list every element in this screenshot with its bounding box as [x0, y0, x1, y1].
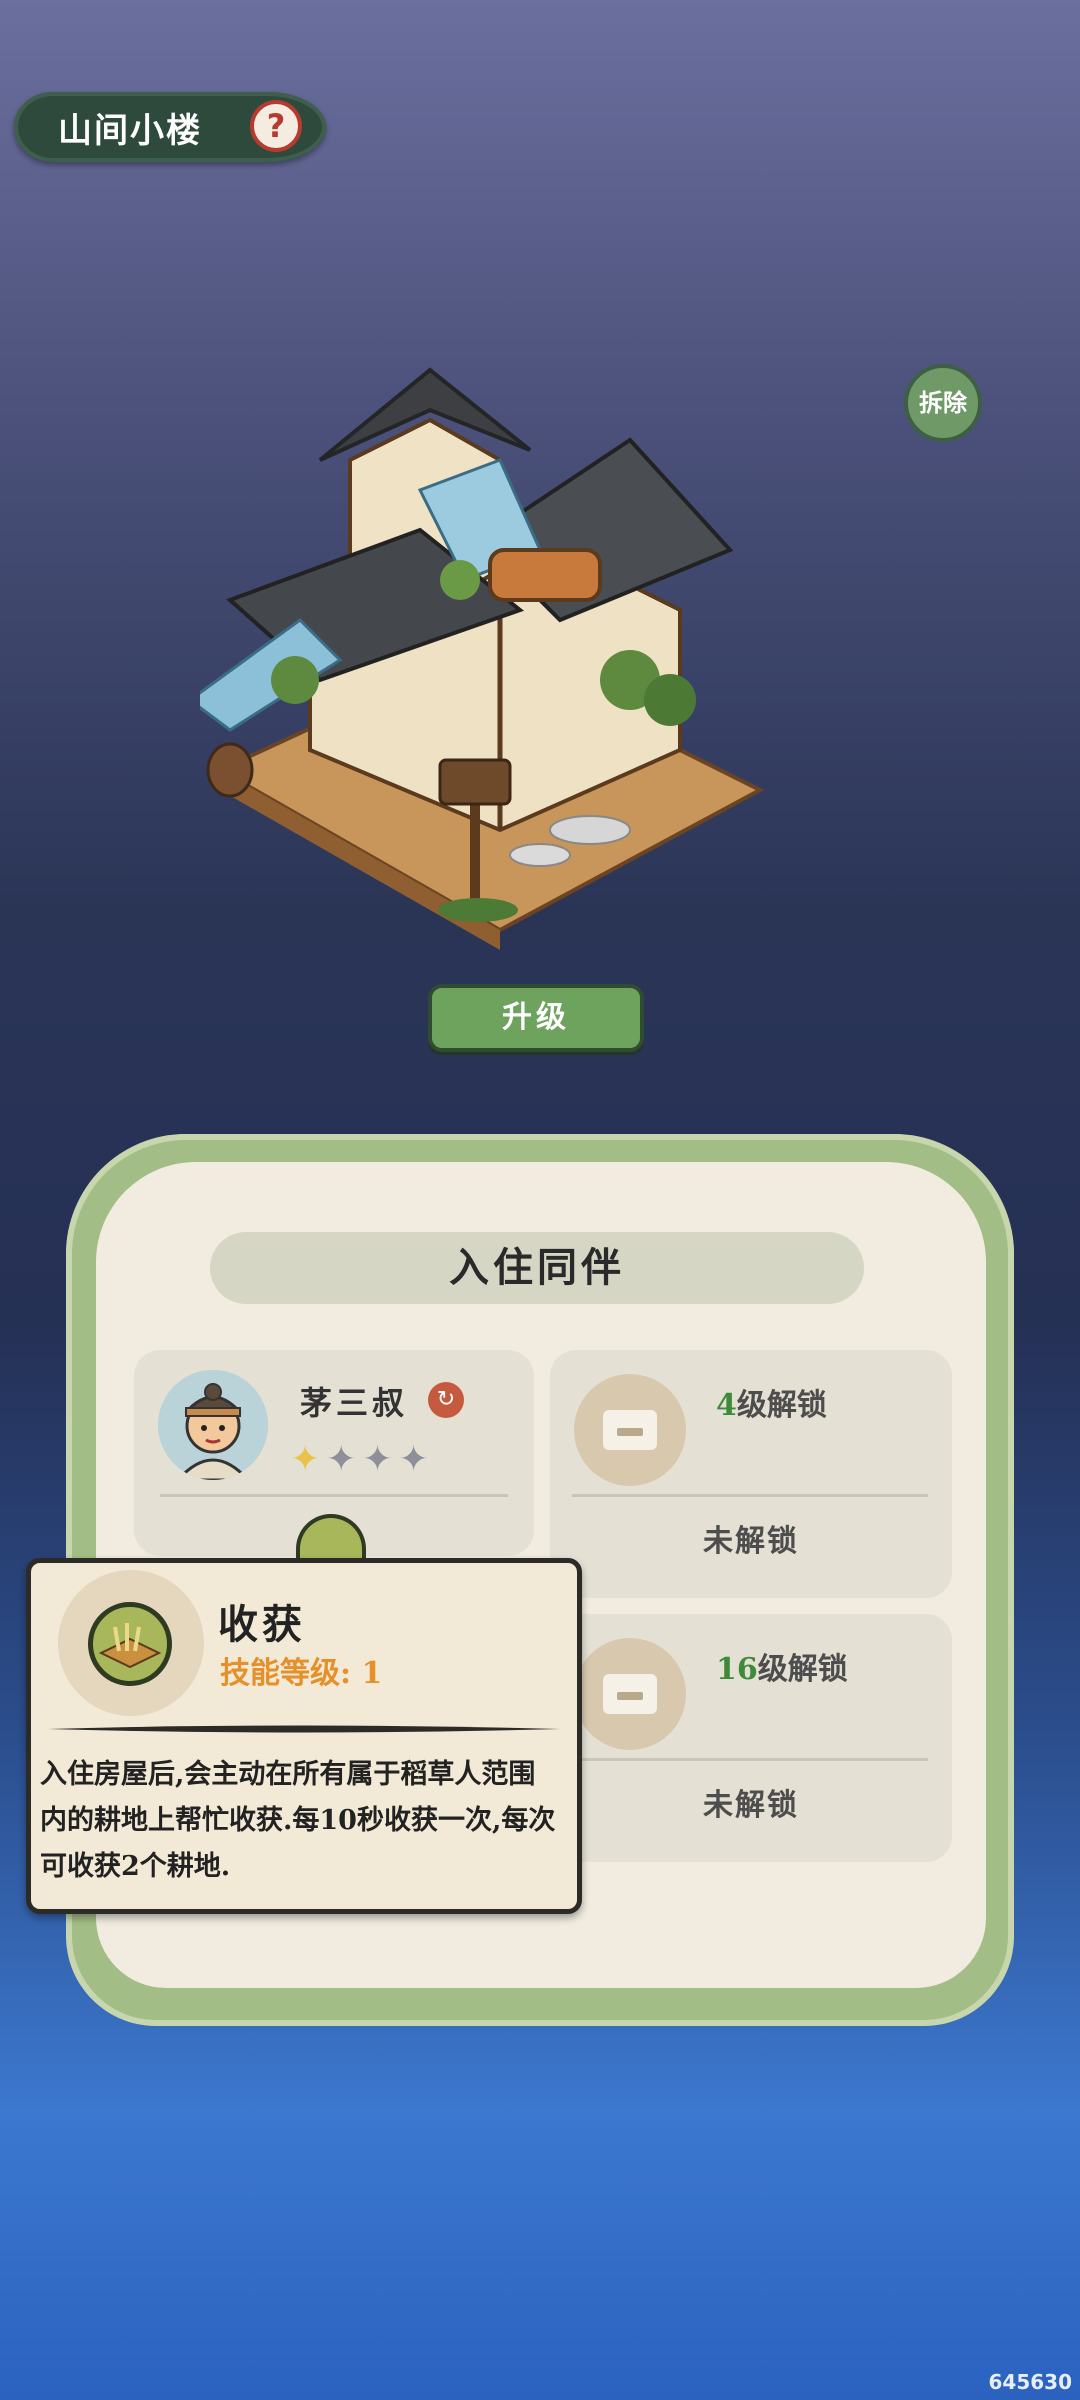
upgrade-button[interactable]: 升级: [428, 984, 644, 1052]
skill-level: 技能等级: 1: [220, 1656, 383, 1691]
slot-divider: [160, 1494, 508, 1497]
companion-avatar[interactable]: [158, 1370, 268, 1480]
divider-brush-stroke: [48, 1725, 560, 1733]
help-icon[interactable]: ?: [250, 100, 302, 152]
star-empty-icon: ✦: [326, 1439, 357, 1480]
skill-description: 入住房屋后,会主动在所有属于稻草人范围内的耕地上帮忙收获.每10秒收获一次,每次…: [40, 1759, 556, 1882]
skill-name: 收获: [218, 1601, 306, 1648]
slot-divider: [572, 1758, 928, 1761]
lock-icon: [603, 1410, 657, 1450]
harvest-skill-icon: [88, 1602, 172, 1686]
demolish-button[interactable]: 拆除: [904, 364, 982, 442]
slot-divider: [572, 1494, 928, 1497]
locked-status: 未解锁: [703, 1524, 799, 1559]
unlock-level-label: 16级解锁: [716, 1652, 848, 1687]
companion-name: 茅三叔: [300, 1384, 409, 1422]
star-filled-icon: ✦: [290, 1439, 321, 1480]
companion-panel-title: 入住同伴: [210, 1232, 864, 1304]
lock-icon: [603, 1674, 657, 1714]
unlock-level-label: 4级解锁: [716, 1388, 827, 1423]
swap-companion-icon[interactable]: ↻: [428, 1382, 464, 1418]
building-illustration: [200, 367, 765, 950]
companion-star-rating: ✦ ✦ ✦ ✦: [290, 1442, 429, 1478]
star-empty-icon: ✦: [398, 1439, 429, 1480]
elder-portrait-icon: [158, 1370, 268, 1480]
star-empty-icon: ✦: [362, 1439, 393, 1480]
locked-status: 未解锁: [703, 1788, 799, 1823]
watermark-id: 645630: [988, 2370, 1073, 2394]
